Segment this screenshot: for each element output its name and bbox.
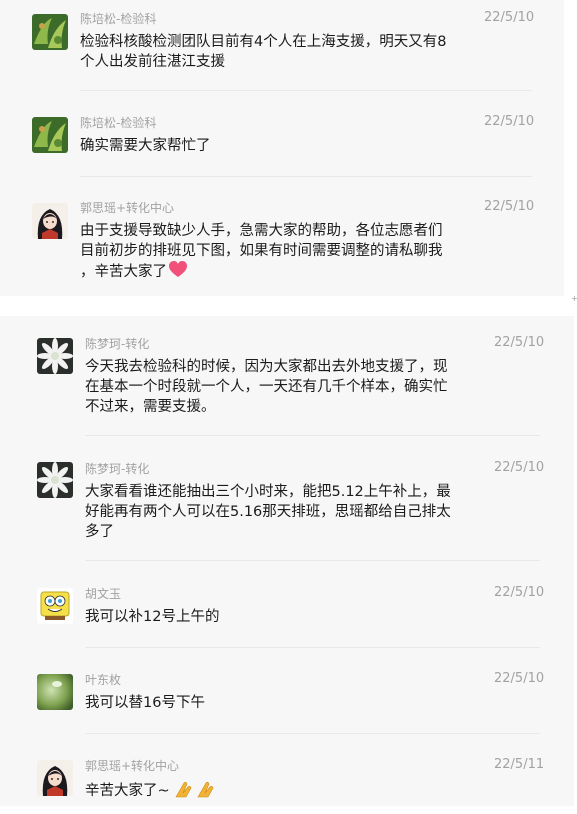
message-date: 22/5/11: [494, 757, 545, 772]
message-text: 由于支援导致缺少人手，急需大家的帮助，各位志愿者们 目前初步的排班见下图，如果有…: [80, 221, 443, 282]
divider: [85, 647, 540, 648]
message-text: 今天我去检验科的时候，因为大家都出去外地支援了，现 在基本一个时段就一个人，一天…: [85, 359, 448, 415]
message-date: 22/5/10: [484, 114, 535, 129]
message-date: 22/5/10: [484, 10, 535, 25]
sender-name: 叶东枚: [85, 673, 122, 687]
message-text-content: 辛苦大家了~: [85, 783, 170, 799]
divider: [85, 560, 540, 561]
divider: [80, 176, 532, 177]
chat-panel-bottom: 陈梦珂-转化 22/5/10 今天我去检验科的时候，因为大家都出去外地支援了，现…: [0, 316, 574, 806]
message-text: 我可以补12号上午的: [85, 609, 220, 625]
message-date: 22/5/10: [494, 335, 545, 350]
sender-name: 陈培松-检验科: [80, 116, 157, 130]
message-text: 辛苦大家了~: [85, 779, 220, 805]
white-flower-avatar[interactable]: [37, 462, 73, 498]
message-text: 检验科核酸检测团队目前有4个人在上海支援，明天又有8 个人出发前往湛江支援: [80, 34, 447, 70]
heart-icon: [169, 261, 187, 279]
sender-name: 陈梦珂-转化: [85, 462, 150, 476]
green-plant-avatar[interactable]: [32, 14, 68, 50]
message-text: 我可以替16号下午: [85, 695, 205, 711]
anime-girl-avatar[interactable]: [37, 760, 73, 796]
green-blur-avatar[interactable]: [37, 674, 73, 710]
message-date: 22/5/10: [494, 585, 545, 600]
white-flower-avatar[interactable]: [37, 338, 73, 374]
message-text-content: 由于支援导致缺少人手，急需大家的帮助，各位志愿者们 目前初步的排班见下图，如果有…: [80, 223, 443, 280]
chat-panel-top: 陈培松-检验科 22/5/10 检验科核酸检测团队目前有4个人在上海支援，明天又…: [0, 0, 564, 296]
message-date: 22/5/10: [484, 199, 535, 214]
divider: [85, 435, 540, 436]
message-text: 大家看看谁还能抽出三个小时来，能把5.12上午补上，最 好能再有两个人可以在5.…: [85, 484, 451, 540]
message-date: 22/5/10: [494, 460, 545, 475]
cursor-mark: +: [571, 294, 577, 303]
divider: [85, 733, 540, 734]
sender-name: 陈梦珂-转化: [85, 337, 150, 351]
praying-hands-icon: [174, 779, 220, 805]
sender-name: 陈培松-检验科: [80, 12, 157, 26]
sender-name: 郭思瑶+转化中心: [85, 759, 180, 773]
sender-name: 郭思瑶+转化中心: [80, 201, 175, 215]
cartoon-sponge-avatar[interactable]: [37, 588, 73, 624]
green-plant-avatar[interactable]: [32, 117, 68, 153]
sender-name: 胡文玉: [85, 587, 122, 601]
anime-girl-avatar[interactable]: [32, 203, 68, 239]
message-text: 确实需要大家帮忙了: [80, 138, 211, 154]
divider: [80, 90, 532, 91]
message-date: 22/5/10: [494, 671, 545, 686]
